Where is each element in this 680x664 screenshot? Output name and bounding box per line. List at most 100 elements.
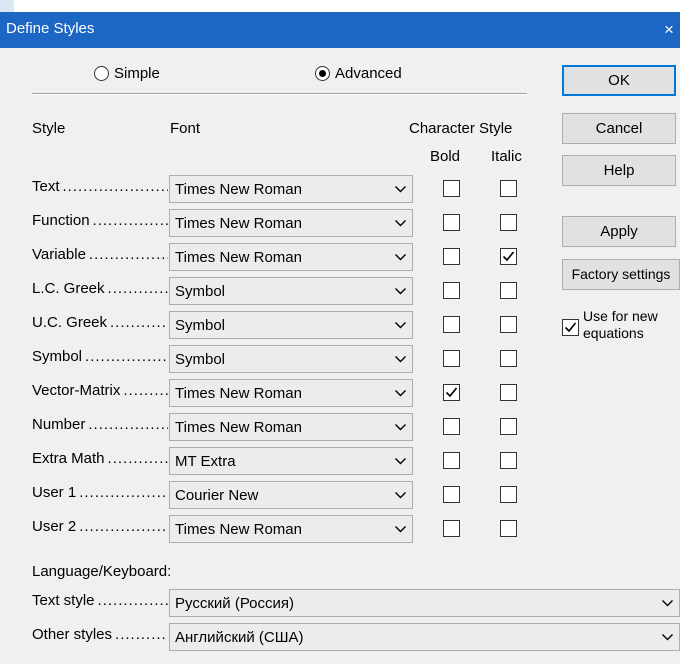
text-style-label: Text style (32, 592, 95, 609)
style-name: Number (32, 416, 86, 433)
bold-column-header: Bold (430, 148, 461, 165)
window-title: Define Styles (6, 20, 95, 37)
font-dropdown-value: Times New Roman (175, 249, 302, 266)
bold-checkbox[interactable] (443, 486, 460, 503)
bold-checkbox[interactable] (443, 214, 460, 231)
parent-window-edge (0, 0, 14, 12)
font-dropdown-value: Times New Roman (175, 181, 302, 198)
other-styles-language-dropdown[interactable]: Английский (США) (169, 623, 680, 651)
advanced-radio[interactable] (315, 66, 330, 81)
simple-radio-label[interactable]: Simple (114, 65, 160, 82)
checkmark-icon (445, 387, 458, 398)
text-style-row-label: Text style..............................… (32, 592, 168, 612)
style-row-label: User 2..................................… (32, 518, 168, 538)
use-for-new-label-line2[interactable]: equations (583, 325, 644, 341)
bold-checkbox[interactable] (443, 316, 460, 333)
italic-checkbox[interactable] (500, 282, 517, 299)
advanced-radio-label[interactable]: Advanced (335, 65, 402, 82)
style-row-label: Extra Math..............................… (32, 450, 168, 470)
title-bar[interactable]: Define Styles × (0, 12, 680, 48)
italic-checkbox[interactable] (500, 418, 517, 435)
font-dropdown[interactable]: Times New Roman (169, 209, 413, 237)
ok-button[interactable]: OK (562, 65, 676, 96)
chevron-down-icon (395, 526, 406, 533)
style-row-label: U.C. Greek..............................… (32, 314, 168, 334)
font-dropdown[interactable]: Times New Roman (169, 175, 413, 203)
chevron-down-icon (395, 390, 406, 397)
cancel-button[interactable]: Cancel (562, 113, 676, 144)
dot-leader: ...................................... (115, 626, 168, 643)
style-name: Vector-Matrix (32, 382, 121, 399)
dot-leader: ...................................... (97, 592, 168, 609)
font-dropdown[interactable]: MT Extra (169, 447, 413, 475)
use-for-new-equations-checkbox[interactable] (562, 319, 579, 336)
bold-checkbox[interactable] (443, 248, 460, 265)
italic-checkbox[interactable] (500, 384, 517, 401)
italic-column-header: Italic (491, 148, 522, 165)
dot-leader: ...................................... (92, 212, 168, 229)
font-dropdown-value: Times New Roman (175, 419, 302, 436)
style-row-label: L.C. Greek..............................… (32, 280, 168, 300)
style-name: L.C. Greek (32, 280, 105, 297)
italic-checkbox[interactable] (500, 316, 517, 333)
style-name: Symbol (32, 348, 83, 365)
font-dropdown[interactable]: Times New Roman (169, 413, 413, 441)
style-row-label: Symbol..................................… (32, 348, 168, 368)
bold-checkbox[interactable] (443, 520, 460, 537)
use-for-new-label-line1[interactable]: Use for new (583, 308, 658, 324)
checkmark-icon (564, 322, 577, 333)
mode-divider (32, 93, 527, 94)
text-style-language-value: Русский (Россия) (175, 595, 295, 612)
italic-checkbox[interactable] (500, 350, 517, 367)
style-row-label: Function................................… (32, 212, 168, 232)
dot-leader: ...................................... (79, 484, 168, 501)
font-dropdown[interactable]: Times New Roman (169, 515, 413, 543)
close-icon[interactable]: × (664, 20, 680, 40)
font-dropdown[interactable]: Symbol (169, 345, 413, 373)
font-dropdown[interactable]: Symbol (169, 311, 413, 339)
font-column-header: Font (170, 120, 201, 137)
dot-leader: ...................................... (110, 314, 168, 331)
italic-checkbox[interactable] (500, 248, 517, 265)
chevron-down-icon (395, 424, 406, 431)
font-dropdown[interactable]: Symbol (169, 277, 413, 305)
bold-checkbox[interactable] (443, 452, 460, 469)
help-button[interactable]: Help (562, 155, 676, 186)
italic-checkbox[interactable] (500, 180, 517, 197)
font-dropdown[interactable]: Times New Roman (169, 379, 413, 407)
text-style-language-dropdown[interactable]: Русский (Россия) (169, 589, 680, 617)
chevron-down-icon (395, 186, 406, 193)
italic-checkbox[interactable] (500, 486, 517, 503)
chevron-down-icon (395, 220, 406, 227)
bold-checkbox[interactable] (443, 418, 460, 435)
bold-checkbox[interactable] (443, 180, 460, 197)
chevron-down-icon (395, 288, 406, 295)
bold-checkbox[interactable] (443, 282, 460, 299)
simple-radio[interactable] (94, 66, 109, 81)
font-dropdown[interactable]: Times New Roman (169, 243, 413, 271)
style-row-label: Text....................................… (32, 178, 168, 198)
language-keyboard-heading: Language/Keyboard: (32, 563, 172, 580)
chevron-down-icon (662, 634, 673, 641)
dot-leader: ...................................... (62, 178, 168, 195)
style-row-label: User 1..................................… (32, 484, 168, 504)
chevron-down-icon (662, 600, 673, 607)
italic-checkbox[interactable] (500, 214, 517, 231)
style-name: Text (32, 178, 60, 195)
italic-checkbox[interactable] (500, 452, 517, 469)
checkmark-icon (502, 251, 515, 262)
italic-checkbox[interactable] (500, 520, 517, 537)
style-row-label: Vector-Matrix...........................… (32, 382, 168, 402)
font-dropdown-value: Symbol (175, 317, 226, 334)
factory-settings-button[interactable]: Factory settings (562, 259, 680, 290)
font-dropdown-value: MT Extra (175, 453, 236, 470)
chevron-down-icon (395, 254, 406, 261)
dot-leader: ...................................... (107, 280, 168, 297)
bold-checkbox[interactable] (443, 384, 460, 401)
dot-leader: ...................................... (107, 450, 168, 467)
bold-checkbox[interactable] (443, 350, 460, 367)
apply-button[interactable]: Apply (562, 216, 676, 247)
font-dropdown[interactable]: Courier New (169, 481, 413, 509)
style-column-header: Style (32, 120, 66, 137)
dot-leader: ...................................... (88, 246, 168, 263)
